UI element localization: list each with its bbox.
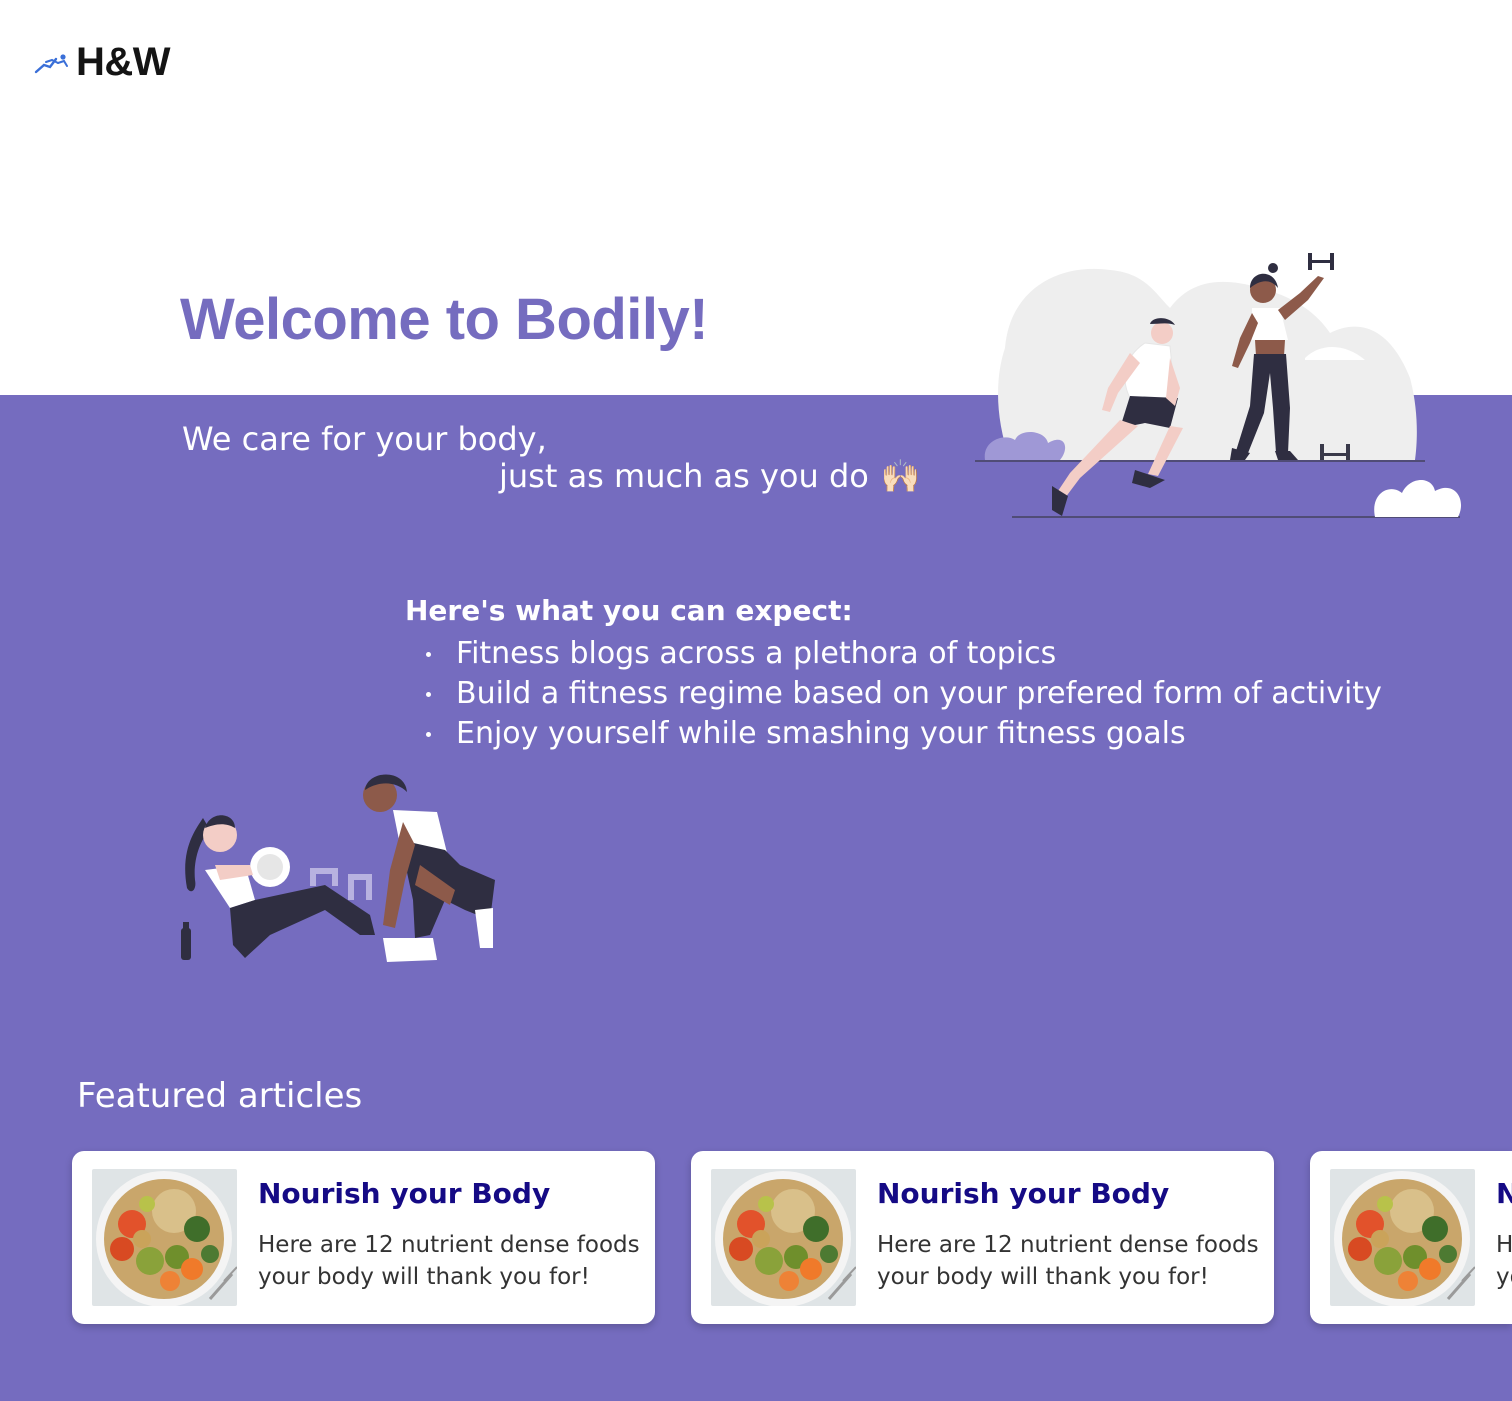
bullet-icon xyxy=(426,731,431,737)
article-card[interactable]: Nourish your Body Here are 12 nutrient d… xyxy=(72,1151,655,1324)
article-card-title[interactable]: Nourish your Body xyxy=(258,1177,550,1210)
expect-list-item: Enjoy yourself while smashing your fitne… xyxy=(421,714,1382,754)
article-card[interactable]: Nourish your Body Here are 12 nutrient d… xyxy=(691,1151,1274,1324)
bullet-icon xyxy=(426,691,431,697)
featured-articles-heading: Featured articles xyxy=(77,1076,363,1116)
article-card-description: Here are 12 nutrient dense foods your bo… xyxy=(1496,1232,1512,1290)
tagline-line-2-text: just as much as you do xyxy=(499,457,869,495)
site-logo[interactable]: H&W xyxy=(34,39,171,84)
expect-list: Fitness blogs across a plethora of topic… xyxy=(421,634,1382,754)
article-card-description: Here are 12 nutrient dense foods your bo… xyxy=(877,1232,1259,1290)
salad-bowl-image xyxy=(711,1169,856,1306)
article-card-description: Here are 12 nutrient dense foods your bo… xyxy=(258,1232,640,1290)
article-card-title[interactable]: Nourish your Body xyxy=(1496,1177,1512,1210)
salad-bowl-image xyxy=(1330,1169,1475,1306)
salad-bowl-image xyxy=(92,1169,237,1306)
partner-workout-illustration xyxy=(181,774,495,962)
expect-list-item: Build a fitness regime based on your pre… xyxy=(421,674,1382,714)
tagline-line-2: just as much as you do 🙌🏻 xyxy=(499,457,921,495)
logo-text: H&W xyxy=(76,39,171,84)
running-figure-icon xyxy=(34,54,68,74)
article-card[interactable]: Nourish your Body Here are 12 nutrient d… xyxy=(1310,1151,1512,1324)
fitness-runners-illustration xyxy=(975,253,1462,518)
bullet-icon xyxy=(426,651,431,657)
expect-list-item-text: Build a fitness regime based on your pre… xyxy=(456,676,1382,711)
raised-hands-icon: 🙌🏻 xyxy=(880,457,921,495)
expect-list-item-text: Fitness blogs across a plethora of topic… xyxy=(456,636,1057,671)
page-title: Welcome to Bodily! xyxy=(180,287,709,352)
article-card-title[interactable]: Nourish your Body xyxy=(877,1177,1169,1210)
expect-heading: Here's what you can expect: xyxy=(405,594,853,627)
tagline-line-1: We care for your body, xyxy=(182,420,547,458)
expect-list-item-text: Enjoy yourself while smashing your fitne… xyxy=(456,716,1186,751)
expect-list-item: Fitness blogs across a plethora of topic… xyxy=(421,634,1382,674)
